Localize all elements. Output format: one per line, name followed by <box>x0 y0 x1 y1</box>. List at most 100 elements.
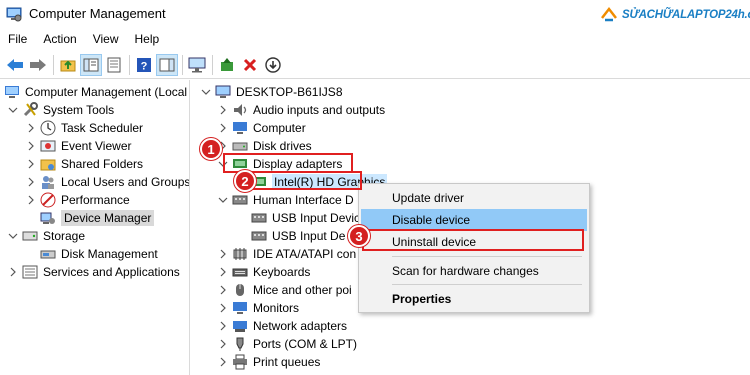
up-level-button[interactable] <box>57 54 79 76</box>
tree-item-performance[interactable]: Performance <box>26 191 130 209</box>
step-badge-2: 2 <box>234 170 256 192</box>
chevron-right-icon <box>220 303 226 313</box>
device-category-keyboards[interactable]: Keyboards <box>218 263 310 281</box>
properties-button[interactable] <box>103 54 125 76</box>
hid-icon <box>232 195 248 205</box>
device-category-label: Print queues <box>253 355 321 369</box>
tree-item-system-tools[interactable]: System Tools <box>8 101 114 119</box>
forward-arrow-icon <box>30 58 46 71</box>
watermark-text: SỬACHỮALAPTOP24h.com <box>622 9 750 21</box>
menu-bar: File Action View Help <box>0 28 750 50</box>
tree-item-disk-management[interactable]: Disk Management <box>40 245 158 263</box>
menu-separator <box>392 256 582 257</box>
device-category-label: Network adapters <box>253 319 348 333</box>
tree-item-event-viewer[interactable]: Event Viewer <box>26 137 131 155</box>
back-button[interactable] <box>4 54 26 76</box>
device-category-label: Computer <box>253 121 306 135</box>
device-category-monitors[interactable]: Monitors <box>218 299 299 317</box>
forward-button[interactable] <box>27 54 49 76</box>
tree-item-storage[interactable]: Storage <box>8 227 85 245</box>
menu-disable-device[interactable]: Disable device <box>361 209 587 231</box>
toolbar-separator <box>212 54 213 75</box>
chevron-right-icon <box>220 249 226 259</box>
menu-file[interactable]: File <box>0 28 35 50</box>
device-category-print-queues[interactable]: Print queues <box>218 353 320 371</box>
disk-management-icon <box>40 250 56 259</box>
help-icon: ? <box>137 57 151 72</box>
tree-label: Performance <box>61 193 130 207</box>
tree-label: System Tools <box>43 103 115 117</box>
uninstall-button[interactable] <box>239 54 261 76</box>
scan-hardware-button[interactable] <box>186 54 208 76</box>
menu-scan-hardware[interactable]: Scan for hardware changes <box>361 260 587 282</box>
chevron-right-icon <box>28 159 34 169</box>
chevron-right-icon <box>28 123 34 133</box>
device-category-audio[interactable]: Audio inputs and outputs <box>218 101 385 119</box>
tree-item-local-users[interactable]: Local Users and Groups <box>26 173 190 191</box>
monitor-icon <box>188 57 206 72</box>
step-badge-1: 1 <box>200 138 222 160</box>
computer-management-icon <box>5 86 19 98</box>
toolbar: ? <box>0 51 750 79</box>
enable-device-button[interactable] <box>262 54 284 76</box>
device-usb-input-2[interactable]: USB Input De <box>251 227 345 245</box>
device-category-computer[interactable]: Computer <box>218 119 306 137</box>
tree-label: Local Users and Groups <box>61 175 190 189</box>
performance-icon <box>40 192 56 208</box>
console-tree-pane: Computer Management (Local System Tools … <box>0 80 190 375</box>
device-category-label: Human Interface D <box>253 193 354 207</box>
services-icon <box>22 265 38 279</box>
tree-item-services-applications[interactable]: Services and Applications <box>8 263 180 281</box>
chevron-right-icon <box>28 177 34 187</box>
tree-item-device-manager[interactable]: Device Manager <box>40 209 155 227</box>
chevron-right-icon <box>220 339 226 349</box>
tree-label: Computer Management (Local <box>25 85 188 99</box>
action-pane-button[interactable] <box>156 53 178 76</box>
clock-icon <box>40 120 56 136</box>
chevron-right-icon <box>220 105 226 115</box>
watermark-logo: SỬACHỮALAPTOP24h.com <box>600 5 750 25</box>
device-category-ide[interactable]: IDE ATA/ATAPI con <box>218 245 356 263</box>
watermark-mark-icon <box>601 6 617 22</box>
device-usb-input-1[interactable]: USB Input Devic <box>251 209 360 227</box>
chevron-right-icon <box>220 321 226 331</box>
help-button[interactable]: ? <box>133 54 155 76</box>
computer-name-label: DESKTOP-B61IJS8 <box>236 85 343 99</box>
up-folder-icon <box>60 60 76 71</box>
device-category-label: Ports (COM & LPT) <box>253 337 358 351</box>
tree-item-task-scheduler[interactable]: Task Scheduler <box>26 119 143 137</box>
highlight-box-uninstall <box>362 229 584 251</box>
tree-label: Task Scheduler <box>61 121 144 135</box>
chevron-right-icon <box>220 285 226 295</box>
monitor-icon <box>233 122 247 134</box>
tree-item-computer-management[interactable]: Computer Management (Local <box>4 83 187 101</box>
show-hide-tree-button[interactable] <box>80 53 102 76</box>
hid-icon <box>251 213 267 223</box>
toolbar-separator <box>129 54 130 75</box>
users-icon <box>42 176 54 189</box>
update-driver-button[interactable] <box>216 54 238 76</box>
device-category-ports[interactable]: Ports (COM & LPT) <box>218 335 357 353</box>
download-icon <box>265 56 281 73</box>
toolbar-separator <box>53 54 54 75</box>
tree-label: Storage <box>43 229 86 243</box>
keyboard-icon <box>232 268 248 277</box>
menu-help[interactable]: Help <box>127 28 168 50</box>
device-category-label: Keyboards <box>253 265 311 279</box>
toolbar-separator <box>182 54 183 75</box>
device-category-mice[interactable]: Mice and other poi <box>218 281 352 299</box>
tree-label: Shared Folders <box>61 157 144 171</box>
chevron-down-icon <box>201 89 211 95</box>
tree-item-shared-folders[interactable]: Shared Folders <box>26 155 143 173</box>
menu-view[interactable]: View <box>85 28 127 50</box>
menu-action[interactable]: Action <box>35 28 84 50</box>
device-category-hid[interactable]: Human Interface D <box>218 191 354 209</box>
menu-update-driver[interactable]: Update driver <box>361 187 587 209</box>
device-category-network[interactable]: Network adapters <box>218 317 347 335</box>
event-viewer-icon <box>40 140 56 152</box>
tree-label: Services and Applications <box>43 265 180 279</box>
menu-properties[interactable]: Properties <box>361 288 587 310</box>
title-bar: Computer Management SỬACHỮALAPTOP24h.com <box>0 0 750 28</box>
device-tree-root[interactable]: DESKTOP-B61IJS8 <box>201 83 343 101</box>
chevron-down-icon <box>8 107 18 113</box>
